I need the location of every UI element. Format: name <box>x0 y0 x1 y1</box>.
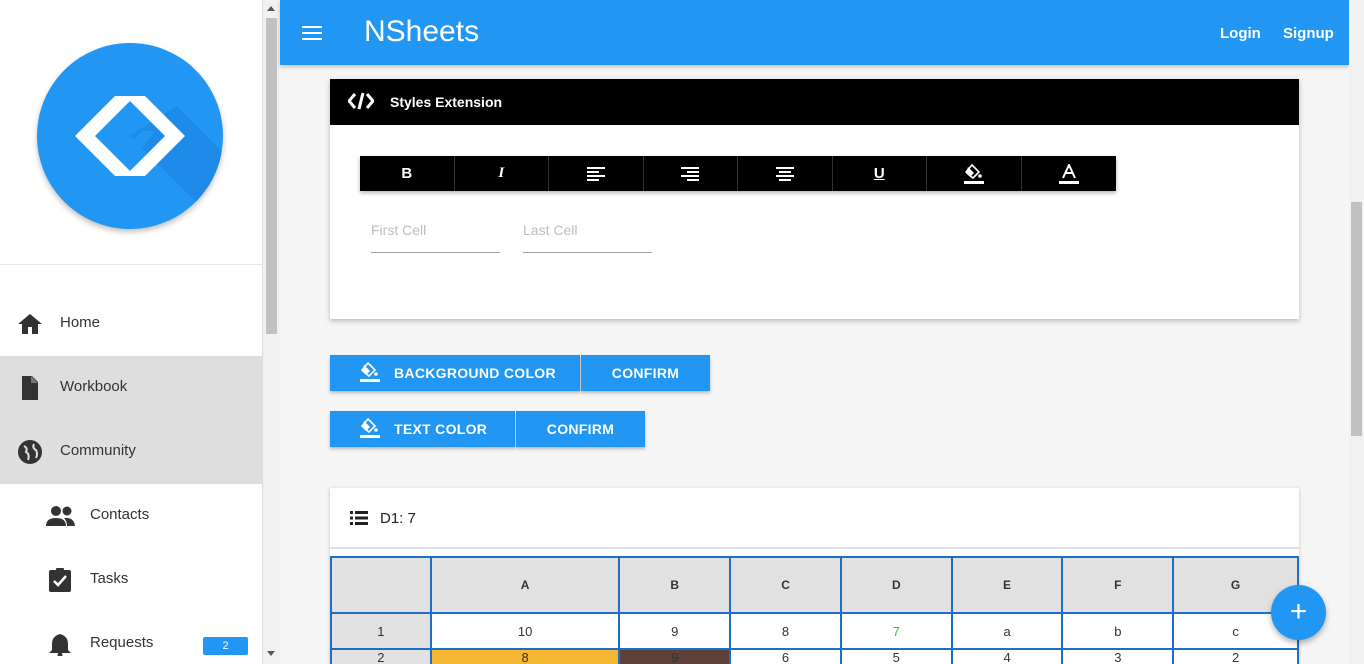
card-header: Styles Extension <box>330 79 1299 125</box>
scrollbar-thumb[interactable] <box>1351 202 1362 436</box>
text-color-button-main[interactable]: TEXT COLOR <box>330 411 515 447</box>
underline-button[interactable]: U <box>833 156 927 191</box>
cell-d2[interactable]: 5 <box>839 648 953 664</box>
main-scrollbar[interactable] <box>1349 0 1364 664</box>
cell-e2[interactable]: 4 <box>950 648 1064 664</box>
column-header[interactable]: E <box>950 556 1064 614</box>
sidebar-item-label: Home <box>60 314 101 331</box>
column-header[interactable]: F <box>1061 556 1175 614</box>
row-header[interactable]: 2 <box>330 648 432 664</box>
bold-button[interactable]: B <box>360 156 455 191</box>
app-title: NSheets <box>364 15 480 48</box>
column-header[interactable]: A <box>429 556 621 614</box>
spreadsheet-card: D1: 7 A B C D E F G 1 10 9 8 7 a b c 2 8 <box>330 488 1299 664</box>
background-color-button[interactable]: BACKGROUND COLOR <box>330 355 580 391</box>
globe-icon <box>16 440 44 464</box>
last-cell-field[interactable] <box>523 210 652 253</box>
fill-color-icon <box>360 417 380 441</box>
selected-cell-info: D1: 7 <box>380 510 416 527</box>
home-icon <box>16 312 44 336</box>
table-row: 2 8 9 6 5 4 3 2 <box>330 648 1299 664</box>
fill-color-icon <box>360 361 380 385</box>
cell-a1[interactable]: 10 <box>429 612 621 650</box>
last-cell-input[interactable] <box>523 210 652 238</box>
align-left-icon <box>586 166 605 181</box>
text-color-button[interactable] <box>1022 156 1117 191</box>
sidebar-item-label: Workbook <box>60 378 128 395</box>
corner-cell <box>330 556 432 614</box>
scroll-up-arrow-icon[interactable] <box>267 6 275 11</box>
cell-b1[interactable]: 9 <box>618 612 732 650</box>
table-row: 1 10 9 8 7 a b c <box>330 612 1299 650</box>
styles-extension-card: Styles Extension B I U <box>330 79 1299 319</box>
sidebar-item-home[interactable]: Home <box>0 292 262 356</box>
underline-icon: U <box>873 165 885 182</box>
clipboard-check-icon <box>46 568 74 592</box>
fill-color-icon <box>963 163 984 184</box>
app-logo <box>37 43 223 229</box>
cell-b2[interactable]: 9 <box>618 648 732 664</box>
fill-color-button[interactable] <box>927 156 1022 191</box>
sidebar: Home Workbook Community Contacts Tasks R… <box>0 0 263 664</box>
scrollbar-thumb[interactable] <box>266 18 277 334</box>
text-color-label: TEXT COLOR <box>394 421 488 437</box>
row-header[interactable]: 1 <box>330 612 432 650</box>
column-header[interactable]: B <box>618 556 732 614</box>
bell-icon <box>46 632 74 658</box>
spreadsheet-grid: A B C D E F G 1 10 9 8 7 a b c 2 8 9 6 5… <box>330 556 1299 664</box>
sidebar-item-workbook[interactable]: Workbook <box>0 356 262 420</box>
sidebar-item-label: Tasks <box>90 570 129 587</box>
confirm-label: CONFIRM <box>611 365 680 381</box>
cell-e1[interactable]: a <box>950 612 1064 650</box>
sidebar-item-label: Contacts <box>90 506 150 523</box>
column-header-row: A B C D E F G <box>330 556 1299 614</box>
sheet-header: D1: 7 <box>330 488 1299 549</box>
first-cell-field[interactable] <box>371 210 500 253</box>
align-right-icon <box>681 166 700 181</box>
document-icon <box>16 376 44 400</box>
cell-d1[interactable]: 7 <box>839 612 953 650</box>
column-header[interactable]: D <box>839 556 953 614</box>
cell-c2[interactable]: 6 <box>729 648 842 664</box>
logo-area <box>0 0 262 265</box>
style-toolbar: B I U <box>360 156 1116 191</box>
menu-icon[interactable] <box>302 26 322 40</box>
app-header: NSheets Login Signup <box>280 0 1349 65</box>
sidebar-item-tasks[interactable]: Tasks <box>0 548 262 612</box>
align-center-icon <box>775 166 794 181</box>
sidebar-item-contacts[interactable]: Contacts <box>0 484 262 548</box>
cell-f2[interactable]: 3 <box>1061 648 1175 664</box>
requests-badge: 2 <box>203 637 248 655</box>
card-title: Styles Extension <box>390 94 503 110</box>
cell-a2[interactable]: 8 <box>429 648 621 664</box>
confirm-label: CONFIRM <box>546 421 615 437</box>
italic-button[interactable]: I <box>455 156 549 191</box>
align-right-button[interactable] <box>644 156 738 191</box>
scroll-down-arrow-icon[interactable] <box>267 651 275 656</box>
sidebar-item-label: Community <box>60 442 136 459</box>
add-fab-button[interactable]: + <box>1271 585 1326 640</box>
code-icon <box>347 92 375 115</box>
signup-link[interactable]: Signup <box>1283 25 1334 42</box>
people-icon <box>46 504 75 528</box>
cell-f1[interactable]: b <box>1061 612 1175 650</box>
align-left-button[interactable] <box>549 156 644 191</box>
sidebar-item-label: Requests <box>90 634 154 651</box>
align-center-button[interactable] <box>738 156 833 191</box>
text-confirm-button[interactable]: CONFIRM <box>516 411 645 447</box>
background-color-label: BACKGROUND COLOR <box>394 365 556 381</box>
italic-icon: I <box>498 165 505 181</box>
first-cell-input[interactable] <box>371 210 500 238</box>
column-header[interactable]: C <box>729 556 842 614</box>
text-color-icon <box>1058 163 1079 184</box>
sidebar-item-community[interactable]: Community <box>0 420 262 484</box>
sidebar-item-requests[interactable]: Requests 2 <box>0 612 262 664</box>
background-confirm-button[interactable]: CONFIRM <box>581 355 710 391</box>
bold-icon: B <box>401 165 413 182</box>
sidebar-scrollbar[interactable] <box>263 0 280 664</box>
login-link[interactable]: Login <box>1220 25 1261 42</box>
cell-c1[interactable]: 8 <box>729 612 842 650</box>
list-icon <box>350 511 368 530</box>
cell-g2[interactable]: 2 <box>1172 648 1299 664</box>
